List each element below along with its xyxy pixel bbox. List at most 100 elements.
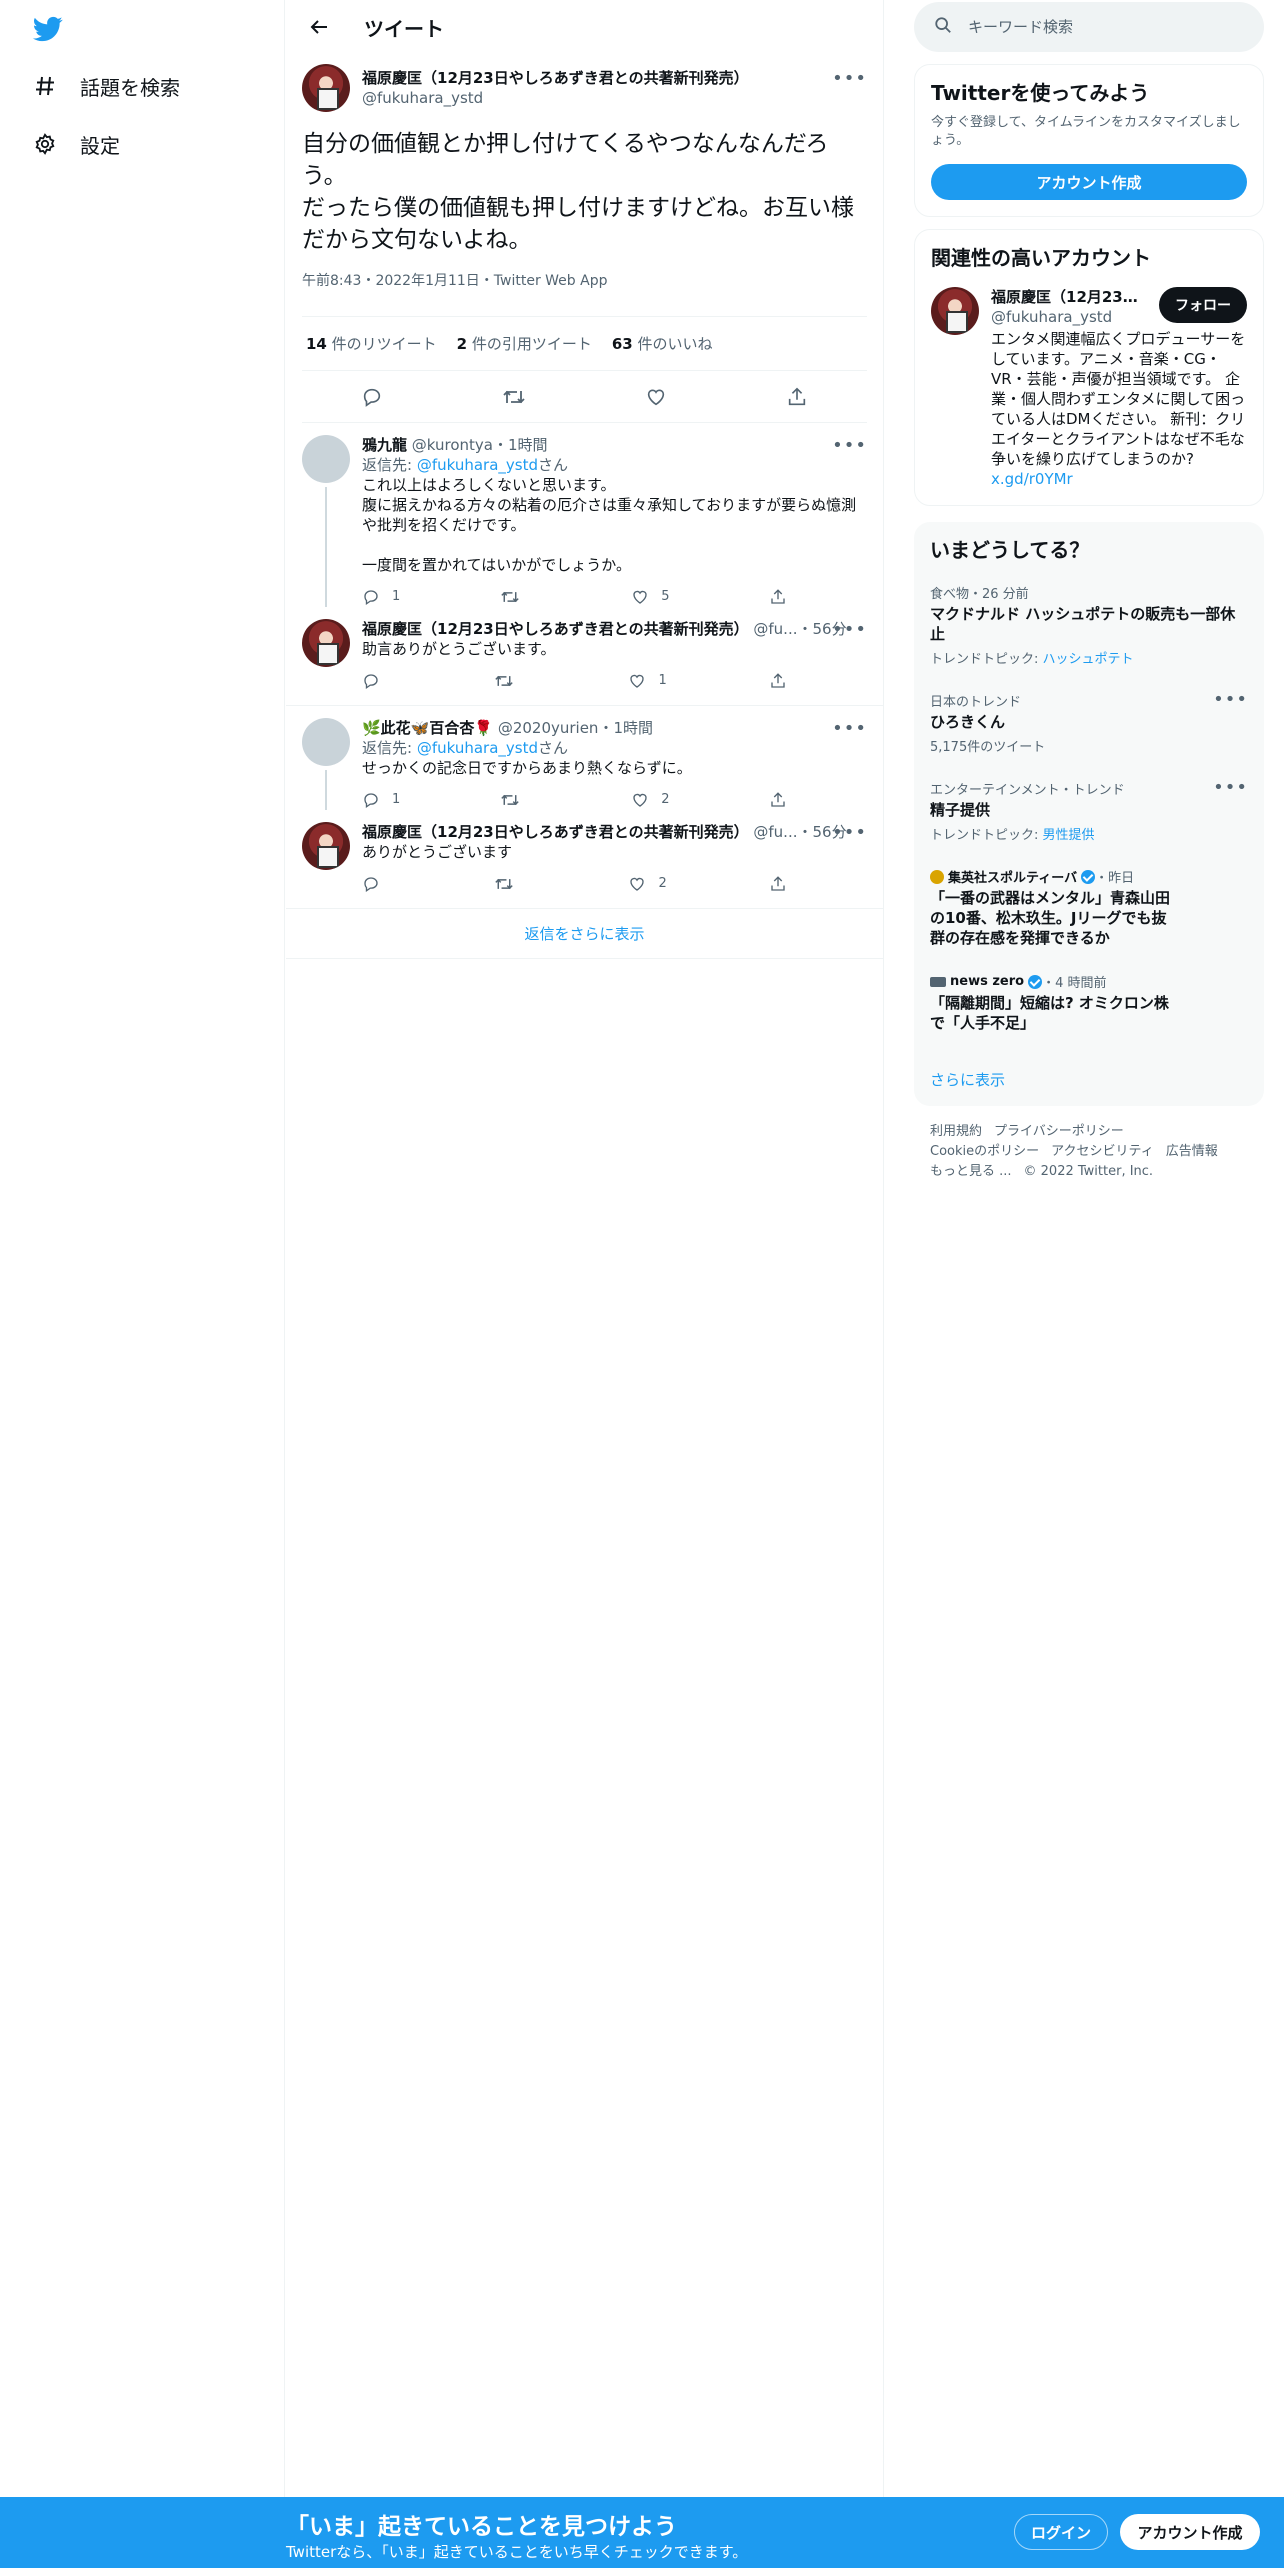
main-tweet: 福原慶匡（12月23日やしろあずき君との共著新刊発売） @fukuhara_ys… — [286, 54, 883, 423]
login-button[interactable]: ログイン — [1014, 2514, 1108, 2550]
retweet-icon[interactable] — [500, 791, 532, 809]
avatar[interactable] — [302, 435, 350, 483]
tweet-stats: 14 件のリツイート 2 件の引用ツイート 63 件のいいね — [302, 317, 867, 371]
trend-title: ひろきくん — [930, 713, 1006, 731]
news-title: 「一番の武器はメンタル」青森山田の10番、松木玖生。Jリーグでも抜群の存在感を発… — [930, 889, 1171, 947]
account-name[interactable]: 福原慶匡（12月23日... — [991, 287, 1141, 307]
like-icon[interactable] — [645, 386, 667, 408]
back-arrow-icon[interactable] — [302, 10, 336, 44]
follow-button[interactable]: フォロー — [1159, 287, 1247, 323]
more-icon[interactable]: ••• — [832, 68, 867, 89]
more-icon[interactable]: ••• — [832, 822, 867, 843]
avatar[interactable] — [302, 619, 350, 667]
trends-card: いまどうしてる？ 食べ物・26 分前 マクドナルド ハッシュポテトの販売も一部休… — [914, 522, 1264, 1106]
avatar[interactable] — [302, 718, 350, 766]
author-name[interactable]: 福原慶匡（12月23日やしろあずき君との共著新刊発売） — [362, 620, 749, 638]
reply-tweet[interactable]: 福原慶匡（12月23日やしろあずき君との共著新刊発売） @fu...・56分 助… — [286, 607, 883, 705]
reply-tweet[interactable]: 🌿此花🦋百合杏🌹 @2020yurien・1時間 返信先: @fukuhara_… — [286, 706, 883, 810]
reply-to-link[interactable]: @fukuhara_ystd — [417, 739, 538, 757]
sidebar-item-settings[interactable]: 設定 — [32, 124, 120, 164]
reply-icon[interactable] — [362, 672, 392, 690]
hashtag-icon — [32, 73, 58, 99]
more-icon[interactable]: ••• — [1213, 689, 1248, 710]
sidebar-item-explore[interactable]: 話題を検索 — [32, 66, 180, 106]
more-icon[interactable]: ••• — [1213, 777, 1248, 798]
left-sidebar: 話題を検索 設定 — [0, 0, 285, 2497]
author-handle[interactable]: @2020yurien・1時間 — [498, 719, 653, 737]
author-handle[interactable]: @kurontya・1時間 — [412, 436, 548, 454]
trend-item[interactable]: エンターテインメント・トレンド 精子提供 トレンドトピック: 男性提供 ••• — [914, 767, 1264, 855]
footer: 利用規約 プライバシーポリシー Cookieのポリシー アクセシビリティ 広告情報 も… — [914, 1106, 1264, 1198]
retweet-icon[interactable] — [494, 672, 526, 690]
author-name[interactable]: 鴉九龍 — [362, 436, 407, 454]
like-icon[interactable]: 2 — [628, 874, 667, 894]
more-icon[interactable]: ••• — [832, 619, 867, 640]
reply-to-line: 返信先: @fukuhara_ystdさん — [362, 739, 569, 757]
footer-link-more[interactable]: もっと見る ... — [930, 1164, 1012, 1179]
footer-link-terms[interactable]: 利用規約 — [930, 1124, 982, 1139]
like-icon[interactable]: 5 — [631, 587, 670, 607]
trend-item[interactable]: 日本のトレンド ひろきくん 5,175件のツイート ••• — [914, 679, 1264, 767]
avatar[interactable] — [302, 64, 350, 112]
show-more-replies-link[interactable]: 返信をさらに表示 — [286, 909, 883, 959]
quotes-stat[interactable]: 2 件の引用ツイート — [457, 333, 592, 354]
like-count: 2 — [658, 876, 667, 891]
thread-line — [325, 487, 327, 607]
more-icon[interactable]: ••• — [832, 718, 867, 739]
trend-item[interactable]: 食べ物・26 分前 マクドナルド ハッシュポテトの販売も一部休止 トレンドトピッ… — [914, 571, 1264, 679]
share-icon[interactable] — [769, 588, 787, 606]
footer-link-cookies[interactable]: Cookieのポリシー — [930, 1144, 1039, 1159]
account-bio: エンタメ関連幅広くプロデューサーをしています。アニメ・音楽・CG・VR・芸能・声… — [991, 330, 1246, 468]
news-title: 「隔離期間」短縮は? オミクロン株で「人手不足」 — [930, 994, 1169, 1032]
related-account[interactable]: 福原慶匡（12月23日... @fukuhara_ystd エンタメ関連幅広くプ… — [915, 271, 1263, 505]
reply-tweet[interactable]: 鴉九龍 @kurontya・1時間 返信先: @fukuhara_ystdさん … — [286, 423, 883, 607]
search-input[interactable] — [968, 18, 1218, 36]
retweets-stat[interactable]: 14 件のリツイート — [306, 333, 437, 354]
signup-button[interactable]: アカウント作成 — [1120, 2514, 1260, 2550]
footer-link-privacy[interactable]: プライバシーポリシー — [994, 1124, 1124, 1139]
trend-title: マクドナルド ハッシュポテトの販売も一部休止 — [930, 605, 1236, 643]
trend-title: 精子提供 — [930, 801, 991, 819]
reply-count: 1 — [392, 589, 401, 604]
main-column: ツイート 福原慶匡（12月23日やしろあずき君との共著新刊発売） @fukuha… — [286, 0, 884, 2497]
retweet-icon[interactable] — [500, 588, 532, 606]
trend-topic-link[interactable]: 男性提供 — [1043, 828, 1095, 843]
reply-icon[interactable]: 1 — [362, 587, 400, 607]
avatar[interactable] — [931, 287, 979, 335]
likes-stat[interactable]: 63 件のいいね — [612, 333, 713, 354]
share-icon[interactable] — [769, 672, 787, 690]
share-icon[interactable] — [769, 875, 787, 893]
author-handle[interactable]: @fukuhara_ystd — [362, 88, 749, 108]
create-account-button[interactable]: アカウント作成 — [931, 164, 1247, 200]
author-name[interactable]: 福原慶匡（12月23日やしろあずき君との共著新刊発売） — [362, 68, 749, 88]
share-icon[interactable] — [769, 791, 787, 809]
reply-icon[interactable] — [362, 875, 392, 893]
reply-tweet[interactable]: 福原慶匡（12月23日やしろあずき君との共著新刊発売） @fu...・56分 あ… — [286, 810, 883, 908]
more-icon[interactable]: ••• — [832, 435, 867, 456]
trend-topic-link[interactable]: ハッシュポテト — [1043, 652, 1134, 667]
tweet-text: 助言ありがとうございます。 — [362, 640, 556, 658]
author-name[interactable]: 🌿此花🦋百合杏🌹 — [362, 719, 493, 737]
like-count: 5 — [661, 589, 670, 604]
bio-link[interactable]: x.gd/r0YMr — [991, 469, 1246, 489]
avatar[interactable] — [302, 822, 350, 870]
like-icon[interactable]: 1 — [628, 671, 667, 691]
retweet-icon[interactable] — [502, 386, 526, 408]
news-source-name: 集英社スポルティーバ — [948, 871, 1078, 886]
reply-icon[interactable] — [361, 386, 383, 408]
news-item[interactable]: news zero ・4 時間前 「隔離期間」短縮は? オミクロン株で「人手不足… — [914, 960, 1264, 1045]
search-box[interactable] — [914, 2, 1264, 52]
twitter-logo-icon[interactable] — [32, 14, 64, 44]
author-name[interactable]: 福原慶匡（12月23日やしろあずき君との共著新刊発売） — [362, 823, 749, 841]
like-icon[interactable]: 2 — [631, 790, 670, 810]
related-accounts-card: 関連性の高いアカウント 福原慶匡（12月23日... @fukuhara_yst… — [914, 229, 1264, 506]
footer-link-ads[interactable]: 広告情報 — [1166, 1144, 1218, 1159]
retweet-icon[interactable] — [494, 875, 526, 893]
reply-to-link[interactable]: @fukuhara_ystd — [417, 456, 538, 474]
show-more-trends-link[interactable]: さらに表示 — [914, 1045, 1264, 1106]
like-count: 2 — [661, 792, 670, 807]
news-item[interactable]: 集英社スポルティーバ ・昨日 「一番の武器はメンタル」青森山田の10番、松木玖生… — [914, 855, 1264, 960]
reply-icon[interactable]: 1 — [362, 790, 400, 810]
share-icon[interactable] — [786, 386, 808, 408]
footer-link-accessibility[interactable]: アクセシビリティ — [1051, 1144, 1154, 1159]
